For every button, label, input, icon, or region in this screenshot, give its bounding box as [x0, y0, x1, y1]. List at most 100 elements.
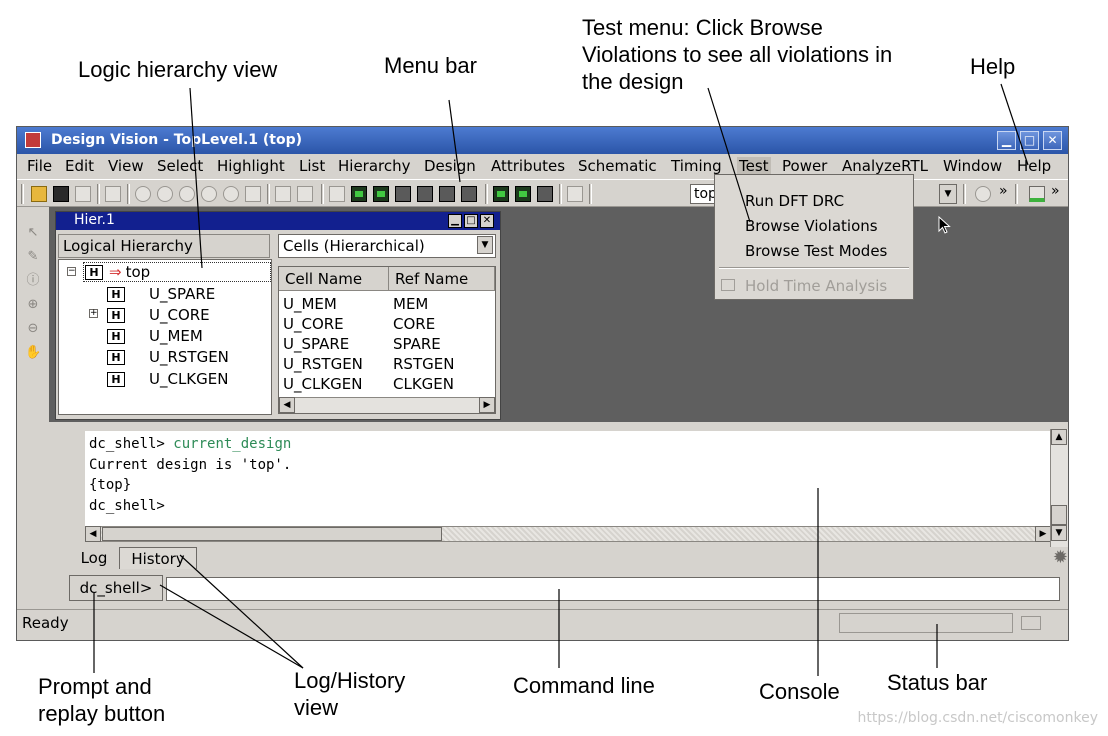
histogram-icon[interactable]	[493, 186, 509, 202]
menu-highlight[interactable]: Highlight	[217, 157, 285, 175]
chevron-down-icon[interactable]: ▼	[939, 184, 957, 204]
zoom-fit-icon[interactable]	[135, 186, 151, 202]
tree-item-u-clkgen[interactable]: H U_CLKGEN	[107, 369, 228, 389]
maximize-icon[interactable]: □	[464, 214, 478, 228]
maximize-icon[interactable]: □	[1020, 131, 1039, 150]
menu-hierarchy[interactable]: Hierarchy	[338, 157, 411, 175]
hierarchy-schematic-icon[interactable]	[395, 186, 411, 202]
column-header-ref-name[interactable]: Ref Name	[389, 267, 495, 291]
menu-item-browse-violations[interactable]: Browse Violations	[745, 215, 878, 237]
scrollbar-thumb[interactable]	[102, 527, 442, 541]
zoom-2x-icon[interactable]	[157, 186, 173, 202]
table-cell[interactable]: RSTGEN	[393, 354, 454, 374]
pan-hand-icon[interactable]: ✋	[25, 345, 41, 361]
cell-schematic-icon[interactable]	[417, 186, 433, 202]
timing-icon[interactable]	[537, 186, 553, 202]
zoom-out-icon[interactable]	[223, 186, 239, 202]
save-icon[interactable]	[53, 186, 69, 202]
scroll-up-icon[interactable]: ▲	[1051, 429, 1067, 445]
console-log[interactable]: dc_shell> current_design Current design …	[85, 431, 1051, 526]
menu-timing[interactable]: Timing	[671, 157, 722, 175]
menu-list[interactable]: List	[299, 157, 325, 175]
pop-up-icon[interactable]	[297, 186, 313, 202]
report-icon[interactable]	[567, 186, 583, 202]
expand-icon[interactable]: +	[89, 309, 98, 318]
chevron-right-icon[interactable]: »	[999, 183, 1008, 199]
tree-item-u-rstgen[interactable]: H U_RSTGEN	[107, 347, 229, 367]
gear-icon[interactable]: ✹	[1053, 547, 1068, 568]
column-header-cell-name[interactable]: Cell Name	[279, 267, 389, 291]
push-down-icon[interactable]	[275, 186, 291, 202]
schematic-path-icon[interactable]	[373, 186, 389, 202]
symbol-icon[interactable]	[329, 186, 345, 202]
menu-window[interactable]: Window	[943, 157, 1002, 175]
pointer-icon[interactable]: ↖	[25, 225, 41, 241]
scroll-right-icon[interactable]: ▶	[1035, 526, 1051, 542]
prompt-replay-button[interactable]: dc_shell>	[69, 575, 163, 601]
menu-test[interactable]: Test	[737, 157, 771, 175]
table-cell[interactable]: CLKGEN	[393, 374, 454, 394]
console-vertical-scrollbar[interactable]: ▲ ▼	[1050, 429, 1068, 547]
minimize-icon[interactable]: ▁	[997, 131, 1016, 150]
path-slack-icon[interactable]	[515, 186, 531, 202]
table-cell[interactable]: U_CLKGEN	[283, 374, 362, 394]
menu-attributes[interactable]: Attributes	[491, 157, 565, 175]
menu-edit[interactable]: Edit	[65, 157, 94, 175]
scroll-left-icon[interactable]: ◀	[85, 526, 101, 542]
menu-file[interactable]: File	[27, 157, 52, 175]
properties-icon[interactable]	[105, 186, 121, 202]
collapse-icon[interactable]: −	[67, 267, 76, 276]
schematic-icon[interactable]	[351, 186, 367, 202]
menu-select[interactable]: Select	[157, 157, 203, 175]
menu-view[interactable]: View	[108, 157, 144, 175]
print-icon[interactable]	[75, 186, 91, 202]
open-folder-icon[interactable]	[31, 186, 47, 202]
info-icon[interactable]: ⓘ	[25, 273, 41, 289]
chevron-right-icon[interactable]: »	[1051, 183, 1060, 199]
tree-item-u-core[interactable]: H U_CORE	[107, 305, 210, 325]
table-cell[interactable]: CORE	[393, 314, 435, 334]
chevron-down-icon[interactable]: ▼	[477, 236, 493, 254]
scrollbar-thumb[interactable]	[1051, 505, 1067, 525]
table-cell[interactable]: U_RSTGEN	[283, 354, 363, 374]
menu-analyzertl[interactable]: AnalyzeRTL	[842, 157, 928, 175]
menu-item-browse-test-modes[interactable]: Browse Test Modes	[745, 240, 887, 262]
table-cell[interactable]: MEM	[393, 294, 428, 314]
net-schematic-icon[interactable]	[439, 186, 455, 202]
tab-history[interactable]: History	[119, 547, 197, 569]
zoom-half-icon[interactable]	[179, 186, 195, 202]
hierarchy-title-bar[interactable]: Hier.1 ▁ □ ✕	[56, 212, 500, 230]
zoom-in-icon[interactable]	[201, 186, 217, 202]
horizontal-scrollbar[interactable]: ◀ ▶	[279, 397, 495, 413]
tree-item-top[interactable]: H ⇒ top	[85, 262, 150, 282]
menu-help[interactable]: Help	[1017, 157, 1051, 175]
zoom-out-icon[interactable]: ⊖	[25, 321, 41, 337]
scroll-left-icon[interactable]: ◀	[279, 397, 295, 413]
pencil-icon[interactable]: ✎	[25, 249, 41, 265]
table-cell[interactable]: U_SPARE	[283, 334, 349, 354]
toolbar-grip[interactable]	[21, 184, 24, 204]
pin-schematic-icon[interactable]	[461, 186, 477, 202]
close-icon[interactable]: ✕	[1043, 131, 1062, 150]
tree-item-u-mem[interactable]: H U_MEM	[107, 326, 203, 346]
console-horizontal-scrollbar[interactable]: ◀ ▶	[85, 526, 1051, 542]
menu-schematic[interactable]: Schematic	[578, 157, 657, 175]
zoom-in-icon[interactable]: ⊕	[25, 297, 41, 313]
run-icon[interactable]	[975, 186, 991, 202]
title-bar[interactable]: Design Vision - TopLevel.1 (top) ▁ □ ✕	[17, 127, 1068, 154]
gui-layout-icon[interactable]	[1029, 186, 1045, 202]
command-line-input[interactable]	[166, 577, 1060, 601]
tree-item-u-spare[interactable]: H U_SPARE	[107, 284, 215, 304]
menu-item-run-dft-drc[interactable]: Run DFT DRC	[745, 190, 844, 212]
table-cell[interactable]: U_CORE	[283, 314, 344, 334]
close-icon[interactable]: ✕	[480, 214, 494, 228]
scroll-down-icon[interactable]: ▼	[1051, 525, 1067, 541]
menu-design[interactable]: Design	[424, 157, 476, 175]
tab-log[interactable]: Log	[69, 547, 119, 569]
table-cell[interactable]: U_MEM	[283, 294, 337, 314]
cells-type-dropdown[interactable]: Cells (Hierarchical) ▼	[278, 234, 496, 258]
menu-power[interactable]: Power	[782, 157, 827, 175]
zoom-box-icon[interactable]	[245, 186, 261, 202]
minimize-icon[interactable]: ▁	[448, 214, 462, 228]
table-cell[interactable]: SPARE	[393, 334, 441, 354]
